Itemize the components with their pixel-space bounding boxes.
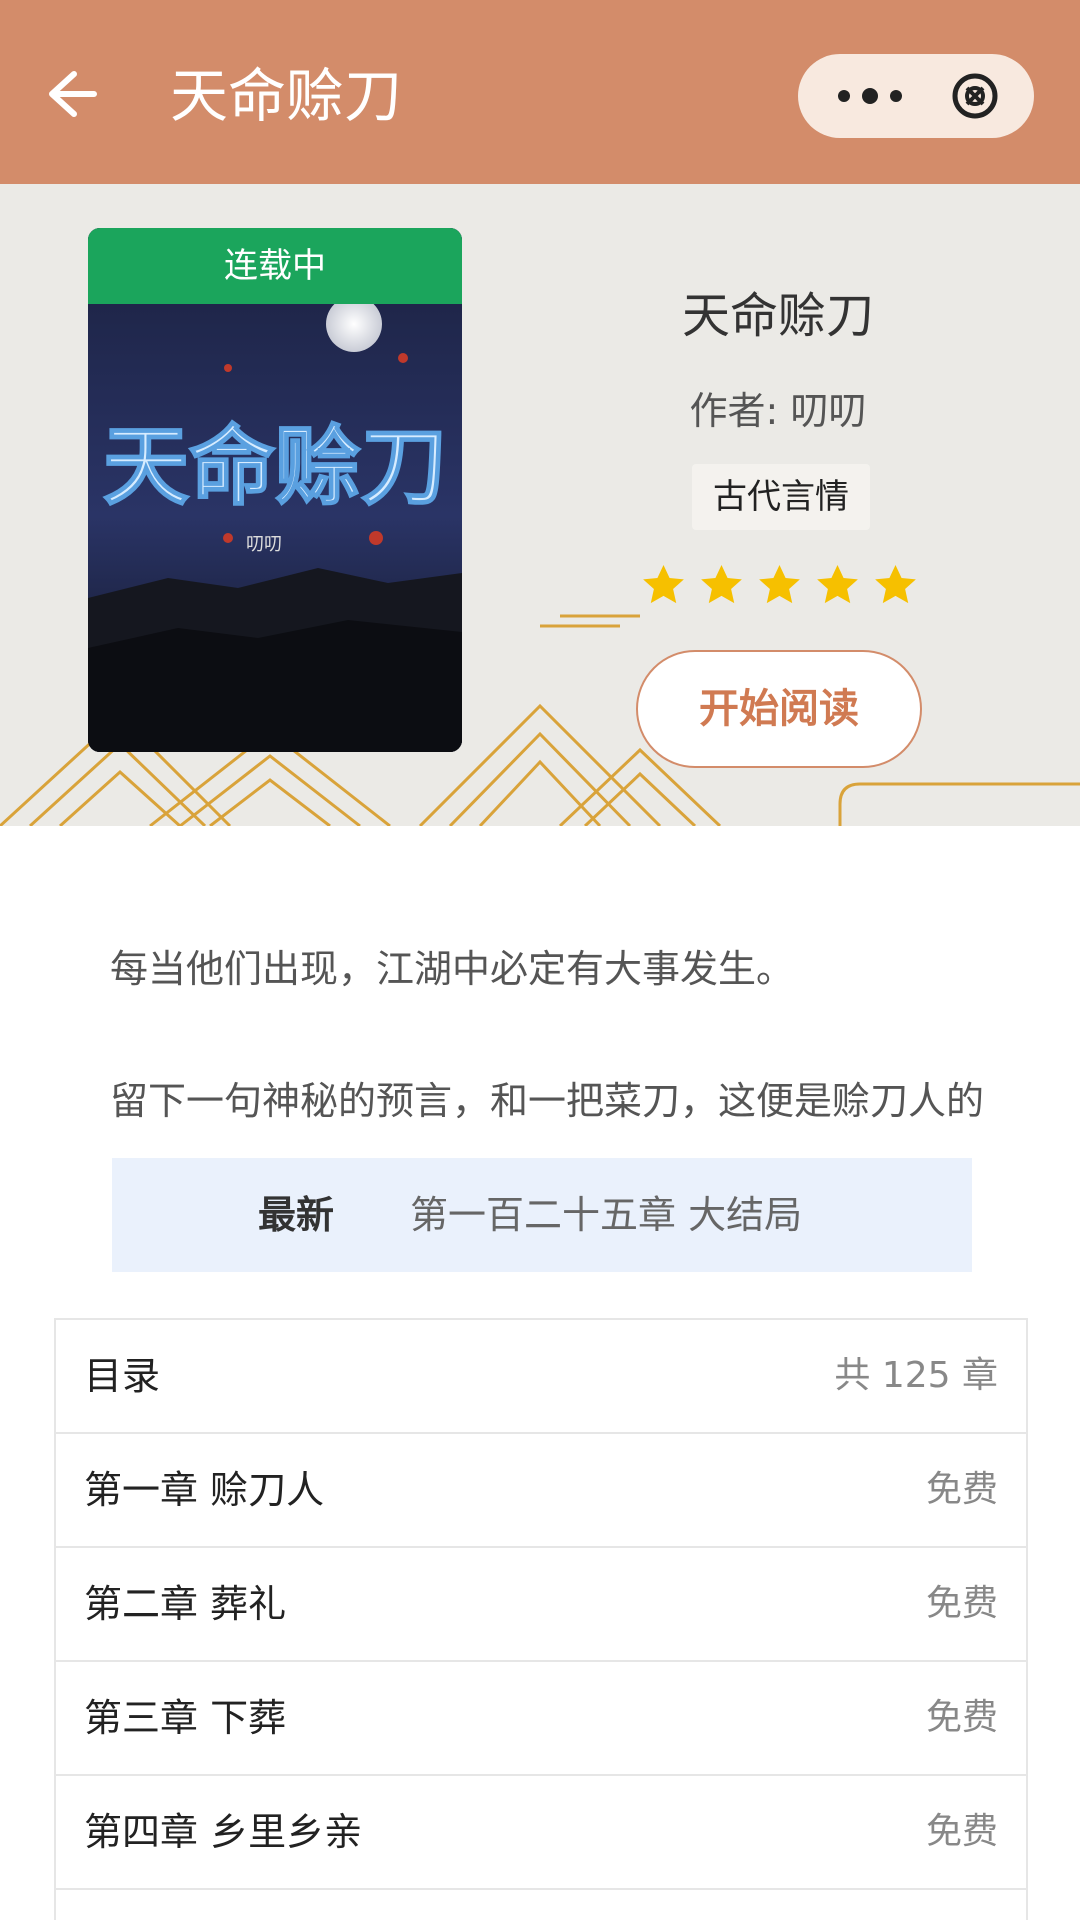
- arrow-left-icon: [49, 71, 97, 117]
- chapter-title: 第一章 赊刀人: [84, 1468, 325, 1512]
- star-icon: [643, 564, 684, 604]
- chapter-row[interactable]: 第四章 乡里乡亲 免费: [56, 1776, 1026, 1890]
- book-cover[interactable]: 天命赊刀 叨叨 连载中: [88, 228, 462, 752]
- latest-chapter-title: 第一百二十五章 大结局: [410, 1193, 803, 1237]
- cover-title-text: 天命赊刀: [103, 416, 447, 517]
- rating-stars: [640, 562, 919, 614]
- chapter-price: 免费: [925, 1469, 998, 1510]
- chapter-price: 免费: [925, 1697, 998, 1738]
- intro-line-1: 每当他们出现，江湖中必定有大事发生。: [110, 947, 795, 991]
- genre-tag[interactable]: 古代言情: [692, 464, 870, 530]
- latest-label: 最新: [258, 1193, 335, 1237]
- close-button[interactable]: [938, 68, 1012, 124]
- chapter-price: 免费: [925, 1811, 998, 1852]
- star-icon: [701, 564, 742, 604]
- more-button[interactable]: [828, 74, 918, 118]
- chapter-title: 第三章 下葬: [84, 1696, 287, 1740]
- chapter-title: 第二章 葬礼: [84, 1582, 287, 1626]
- star-icon: [759, 564, 800, 604]
- status-badge: 连载中: [88, 228, 462, 304]
- more-dots-icon: [838, 88, 902, 104]
- chapter-price: 免费: [925, 1583, 998, 1624]
- start-reading-button[interactable]: 开始阅读: [636, 650, 922, 768]
- star-icon: [875, 564, 916, 604]
- close-circle-icon: [952, 73, 998, 119]
- back-button[interactable]: [34, 62, 98, 126]
- chapter-count: 共 125 章: [834, 1355, 998, 1396]
- toc-header-label: 目录: [84, 1354, 161, 1398]
- book-author: 作者: 叨叨: [689, 389, 867, 433]
- page-title: 天命赊刀: [170, 62, 403, 130]
- cover-art: 天命赊刀 叨叨: [88, 228, 462, 752]
- intro-line-2: 留下一句神秘的预言，和一把菜刀，这便是赊刀人的: [110, 1079, 985, 1123]
- chapter-row[interactable]: 第三章 下葬 免费: [56, 1662, 1026, 1776]
- cover-author-text: 叨叨: [246, 534, 282, 555]
- book-header: 天命赊刀 叨叨 连载中 天命赊刀 作者: 叨叨 古代言情 开始阅读: [0, 184, 1080, 826]
- toc-header[interactable]: 目录 共 125 章: [56, 1320, 1026, 1434]
- chapter-row[interactable]: 第一章 赊刀人 免费: [56, 1434, 1026, 1548]
- table-of-contents: 目录 共 125 章 第一章 赊刀人 免费 第二章 葬礼 免费 第三章 下葬 免…: [54, 1318, 1028, 1920]
- latest-chapter-bar[interactable]: 最新 第一百二十五章 大结局: [112, 1158, 972, 1272]
- chapter-row[interactable]: 第二章 葬礼 免费: [56, 1548, 1026, 1662]
- star-icon: [817, 564, 858, 604]
- book-title: 天命赊刀: [681, 288, 874, 344]
- mini-program-capsule: [798, 54, 1034, 138]
- chapter-title: 第四章 乡里乡亲: [84, 1810, 363, 1854]
- navigation-bar: 天命赊刀: [0, 0, 1080, 184]
